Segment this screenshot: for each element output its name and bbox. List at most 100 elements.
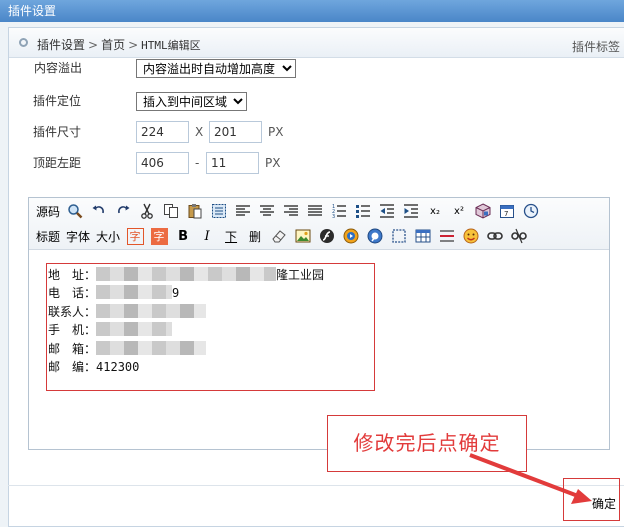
unlink-icon bbox=[511, 228, 527, 244]
justify-button[interactable] bbox=[305, 201, 325, 221]
align-center-icon bbox=[259, 203, 275, 219]
confirm-button[interactable]: 确定 bbox=[592, 495, 616, 511]
smiley-icon bbox=[463, 228, 479, 244]
mobile-line: 手 机： bbox=[48, 321, 324, 339]
insert-flash-button[interactable] bbox=[317, 226, 337, 246]
undo-button[interactable] bbox=[89, 201, 109, 221]
horizontal-rule-button[interactable] bbox=[437, 226, 457, 246]
background-color-button[interactable]: 字 bbox=[149, 226, 169, 246]
insert-realplayer-button[interactable] bbox=[365, 226, 385, 246]
heading-button[interactable]: 标题 bbox=[35, 226, 61, 246]
subscript-button[interactable]: x₂ bbox=[425, 201, 445, 221]
bold-button[interactable]: B bbox=[173, 226, 193, 246]
anchor-box-icon bbox=[391, 228, 407, 244]
font-size-button[interactable]: 大小 bbox=[95, 226, 121, 246]
copy-button[interactable] bbox=[161, 201, 181, 221]
link-icon bbox=[487, 228, 503, 244]
outdent-button[interactable] bbox=[377, 201, 397, 221]
cube-icon bbox=[475, 203, 491, 219]
font-color-icon: 字 bbox=[126, 227, 144, 245]
underline-icon: 下 bbox=[225, 229, 238, 244]
insert-time-button[interactable] bbox=[521, 201, 541, 221]
svg-text:7: 7 bbox=[504, 210, 508, 218]
font-button[interactable]: 字体 bbox=[65, 226, 91, 246]
eraser-icon bbox=[271, 228, 287, 244]
align-center-button[interactable] bbox=[257, 201, 277, 221]
bold-icon: B bbox=[178, 228, 188, 244]
strikethrough-button[interactable]: 删 bbox=[245, 226, 265, 246]
left-offset-input[interactable] bbox=[206, 152, 259, 174]
size-x-label: X bbox=[195, 125, 204, 139]
insert-table-button[interactable] bbox=[413, 226, 433, 246]
cut-button[interactable] bbox=[137, 201, 157, 221]
horizontal-rule-icon bbox=[439, 228, 455, 244]
footer-divider bbox=[8, 485, 624, 486]
superscript-button[interactable]: x² bbox=[449, 201, 469, 221]
postcode-label: 邮 编： bbox=[48, 359, 97, 374]
plugin-tag-link[interactable]: 插件标签 bbox=[572, 38, 620, 55]
toolbar-row-2: 标题 字体 大小 字 字 B I 下 删 bbox=[35, 225, 533, 247]
phone-tail: 9 bbox=[172, 286, 180, 301]
paste-button[interactable] bbox=[185, 201, 205, 221]
editor-toolbar: 源码 123 x₂ x² 7 标题 字体 大小 字 字 B I 下 删 bbox=[29, 198, 609, 250]
insert-image-button[interactable] bbox=[293, 226, 313, 246]
breadcrumb-item-home[interactable]: 首页 bbox=[101, 36, 125, 53]
unlink-button[interactable] bbox=[509, 226, 529, 246]
redacted-text bbox=[96, 322, 173, 337]
calendar-icon: 7 bbox=[499, 203, 515, 219]
contact-line: 联系人： bbox=[48, 303, 324, 321]
select-all-button[interactable] bbox=[209, 201, 229, 221]
address-tail: 隆工业园 bbox=[276, 268, 325, 282]
italic-button[interactable]: I bbox=[197, 226, 217, 246]
magnifier-icon bbox=[67, 203, 83, 219]
breadcrumb-item-plugin-settings[interactable]: 插件设置 bbox=[37, 36, 85, 53]
unordered-list-button[interactable] bbox=[353, 201, 373, 221]
eraser-button[interactable] bbox=[269, 226, 289, 246]
insert-media-button[interactable] bbox=[341, 226, 361, 246]
align-left-button[interactable] bbox=[233, 201, 253, 221]
breadcrumb-bullet-icon bbox=[19, 38, 28, 47]
overflow-select[interactable]: 内容溢出时自动增加高度 bbox=[136, 59, 296, 78]
redo-button[interactable] bbox=[113, 201, 133, 221]
html-editor: 源码 123 x₂ x² 7 标题 字体 大小 字 字 B I 下 删 地 址：… bbox=[28, 197, 610, 450]
preview-button[interactable] bbox=[65, 201, 85, 221]
position-select[interactable]: 插入到中间区域 bbox=[136, 92, 247, 111]
breadcrumb-item-html-editor[interactable]: HTML编辑区 bbox=[141, 37, 201, 53]
font-color-button[interactable]: 字 bbox=[125, 226, 145, 246]
height-input[interactable] bbox=[209, 121, 262, 143]
justify-icon bbox=[307, 203, 323, 219]
svg-text:3: 3 bbox=[332, 214, 335, 219]
redacted-text bbox=[96, 267, 277, 281]
background-color-icon: 字 bbox=[150, 227, 168, 245]
insert-date-button[interactable]: 7 bbox=[497, 201, 517, 221]
ordered-list-button[interactable]: 123 bbox=[329, 201, 349, 221]
breadcrumb-separator: > bbox=[88, 38, 99, 52]
source-button[interactable]: 源码 bbox=[35, 201, 61, 221]
align-right-button[interactable] bbox=[281, 201, 301, 221]
media-icon bbox=[343, 228, 359, 244]
indent-icon bbox=[403, 203, 419, 219]
postcode-line: 邮 编：412300 bbox=[48, 358, 324, 376]
strikethrough-icon: 删 bbox=[249, 229, 262, 244]
image-icon bbox=[295, 228, 311, 244]
size-row: 插件尺寸 X PX bbox=[26, 121, 326, 143]
breadcrumb-separator: > bbox=[128, 38, 139, 52]
phone-label: 电 话： bbox=[48, 286, 97, 301]
emoticon-button[interactable] bbox=[461, 226, 481, 246]
insert-link-button[interactable] bbox=[485, 226, 505, 246]
width-input[interactable] bbox=[136, 121, 189, 143]
top-offset-input[interactable] bbox=[136, 152, 189, 174]
insert-anchor-button[interactable] bbox=[389, 226, 409, 246]
italic-icon: I bbox=[204, 228, 210, 244]
breadcrumb: 插件设置 > 首页 > HTML编辑区 bbox=[37, 36, 201, 53]
align-right-icon bbox=[283, 203, 299, 219]
redacted-text bbox=[96, 303, 207, 318]
undo-icon bbox=[91, 203, 107, 219]
window-title: 插件设置 bbox=[0, 0, 624, 22]
indent-button[interactable] bbox=[401, 201, 421, 221]
offset-label: 顶距左距 bbox=[33, 156, 82, 170]
underline-button[interactable]: 下 bbox=[221, 226, 241, 246]
redacted-text bbox=[96, 340, 207, 355]
insert-object-button[interactable] bbox=[473, 201, 493, 221]
annotation-callout: 修改完后点确定 bbox=[327, 415, 527, 472]
